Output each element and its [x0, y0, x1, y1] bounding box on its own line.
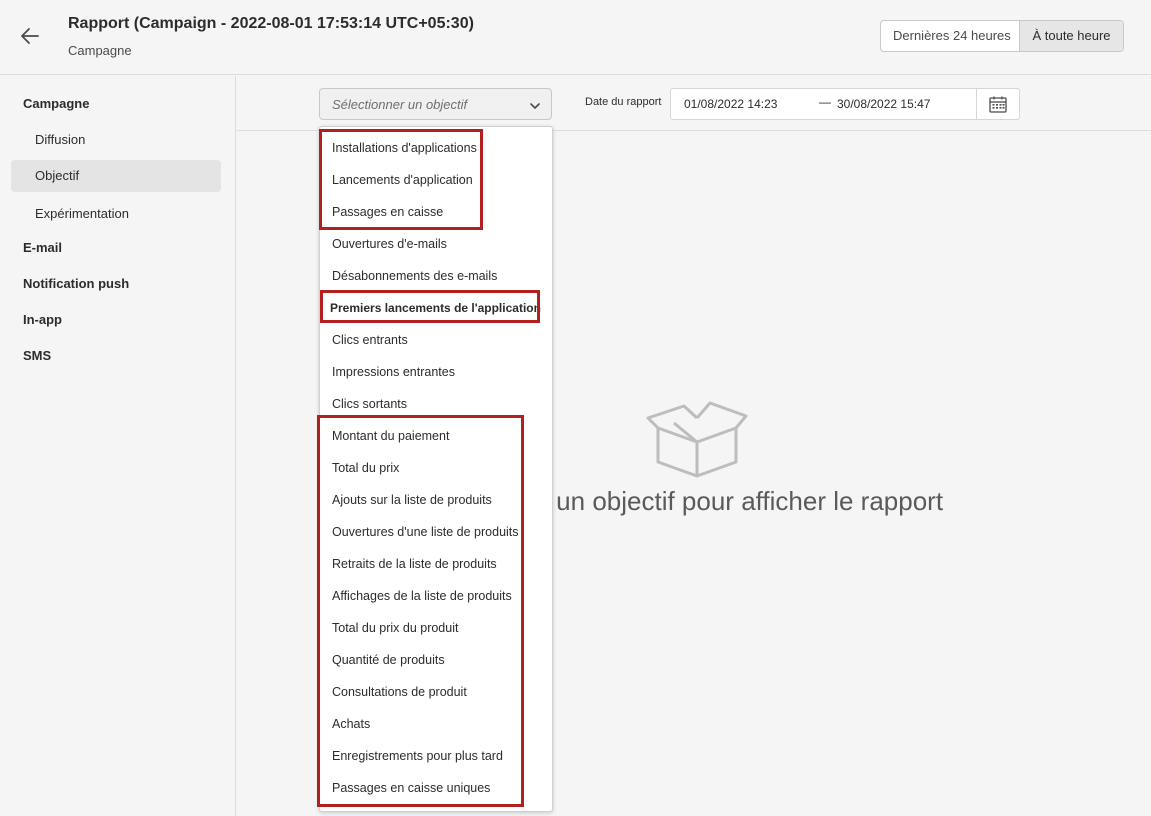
objective-dropdown-menu: Installations d'applications Lancements … — [319, 126, 553, 812]
dropdown-item-inbound-impressions[interactable]: Impressions entrantes — [332, 356, 455, 388]
page-title: Rapport (Campaign - 2022-08-01 17:53:14 … — [68, 15, 474, 32]
sidebar-section-sms[interactable]: SMS — [23, 348, 51, 363]
dropdown-item-product-list-views[interactable]: Affichages de la liste de produits — [332, 580, 512, 612]
time-range-toggle: Dernières 24 heures À toute heure — [880, 20, 1124, 52]
dropdown-item-product-quantity[interactable]: Quantité de produits — [332, 644, 445, 676]
dropdown-item-product-views[interactable]: Consultations de produit — [332, 676, 467, 708]
dropdown-item-product-price-total[interactable]: Total du prix du produit — [332, 612, 458, 644]
sidebar-section-push[interactable]: Notification push — [23, 276, 129, 291]
sidebar-section-inapp[interactable]: In-app — [23, 312, 62, 327]
dropdown-item-first-app-launches[interactable]: Premiers lancements de l'application — [330, 292, 541, 324]
objective-select-placeholder: Sélectionner un objectif — [332, 97, 468, 112]
sidebar-section-campagne[interactable]: Campagne — [23, 96, 89, 111]
back-arrow-icon[interactable] — [18, 24, 42, 48]
report-date-label: Date du rapport — [585, 96, 662, 108]
dropdown-item-payment-amount[interactable]: Montant du paiement — [332, 420, 449, 452]
sidebar-item-diffusion[interactable]: Diffusion — [11, 124, 221, 156]
dropdown-item-app-installs[interactable]: Installations d'applications — [332, 132, 477, 164]
sidebar-section-email[interactable]: E-mail — [23, 240, 62, 255]
all-time-button[interactable]: À toute heure — [1020, 21, 1123, 51]
dropdown-item-product-list-removals[interactable]: Retraits de la liste de produits — [332, 548, 497, 580]
sidebar-item-objectif[interactable]: Objectif — [11, 160, 221, 192]
dropdown-item-price-total[interactable]: Total du prix — [332, 452, 399, 484]
dropdown-item-outbound-clicks[interactable]: Clics sortants — [332, 388, 407, 420]
dropdown-item-email-unsubscribes[interactable]: Désabonnements des e-mails — [332, 260, 497, 292]
page-header: Rapport (Campaign - 2022-08-01 17:53:14 … — [0, 0, 1151, 75]
date-start-value[interactable]: 01/08/2022 14:23 — [684, 97, 777, 111]
objective-select[interactable]: Sélectionner un objectif — [319, 88, 552, 120]
calendar-icon — [989, 96, 1007, 113]
dropdown-item-email-opens[interactable]: Ouvertures d'e-mails — [332, 228, 447, 260]
dropdown-item-save-for-later[interactable]: Enregistrements pour plus tard — [332, 740, 503, 772]
calendar-button[interactable] — [976, 89, 1019, 119]
chevron-down-icon — [529, 99, 541, 111]
dropdown-item-product-list-opens[interactable]: Ouvertures d'une liste de produits — [332, 516, 519, 548]
sidebar-item-experimentation[interactable]: Expérimentation — [11, 198, 221, 230]
dropdown-item-checkouts[interactable]: Passages en caisse — [332, 196, 443, 228]
dropdown-item-inbound-clicks[interactable]: Clics entrants — [332, 324, 408, 356]
report-date-range-field[interactable]: 01/08/2022 14:23 — 30/08/2022 15:47 — [670, 88, 1020, 120]
dropdown-item-unique-checkouts[interactable]: Passages en caisse uniques — [332, 772, 490, 804]
dropdown-item-app-launches[interactable]: Lancements d'application — [332, 164, 473, 196]
dropdown-item-product-list-adds[interactable]: Ajouts sur la liste de produits — [332, 484, 492, 516]
date-separator: — — [819, 95, 831, 109]
last-24-hours-button[interactable]: Dernières 24 heures — [881, 21, 1020, 51]
date-end-value[interactable]: 30/08/2022 15:47 — [837, 97, 930, 111]
empty-box-icon — [646, 401, 748, 478]
dropdown-item-purchases[interactable]: Achats — [332, 708, 370, 740]
page-subtitle: Campagne — [68, 43, 132, 58]
